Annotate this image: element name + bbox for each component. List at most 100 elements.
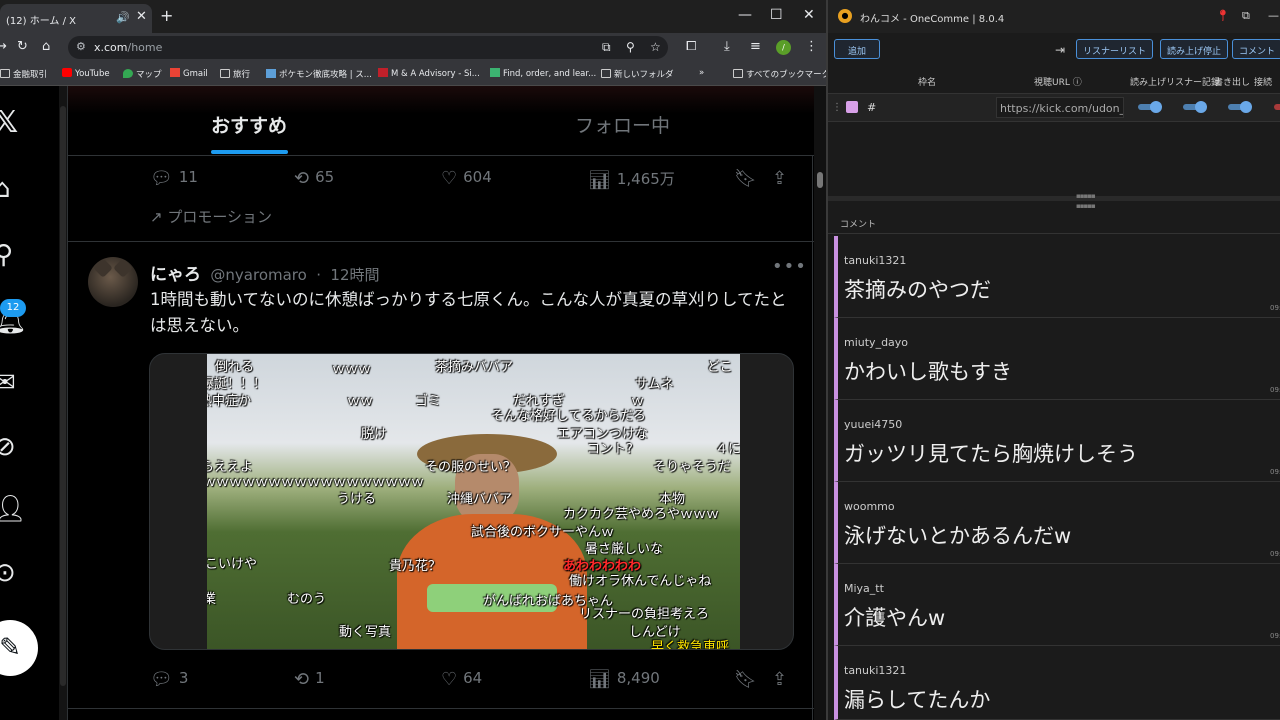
comment-item[interactable]: Miya_tt 介護やんw 09: — [834, 564, 1280, 646]
home-icon[interactable]: ⌂ — [0, 176, 11, 202]
reply-button[interactable]: 💬︎ 3 — [150, 669, 188, 690]
picture-in-picture-icon[interactable]: ⧉ — [1242, 9, 1250, 23]
share-button[interactable]: ⇪ — [772, 168, 793, 189]
extensions-icon[interactable]: ⧠ — [686, 39, 696, 54]
tab-following[interactable]: フォロー中 — [575, 111, 670, 138]
sign-in-icon[interactable]: ⇥ — [1055, 43, 1065, 57]
comment-item[interactable]: tanuki1321 漏らしてたんか — [834, 646, 1280, 720]
comment-user: tanuki1321 — [844, 664, 907, 677]
media-control-icon[interactable]: ≡ — [750, 39, 761, 54]
share-icon: ⇪ — [772, 669, 788, 690]
views-button[interactable]: 📊︎ 8,490 — [588, 669, 660, 690]
minimize-icon[interactable]: — — [738, 7, 752, 23]
splitter-grip-icon[interactable]: ▪▪▪▪▪ — [1076, 202, 1096, 210]
connect-toggle[interactable] — [1274, 104, 1280, 110]
comment-item[interactable]: yuuei4750 ガッツリ見てたら胸焼けしそう 09: — [834, 400, 1280, 482]
avatar[interactable] — [88, 257, 138, 307]
share-button[interactable]: ⇪ — [772, 669, 793, 690]
reply-button[interactable]: 💬︎ 11 — [150, 168, 198, 189]
retweet-icon: ⟲ — [294, 168, 310, 189]
like-button[interactable]: ♡ 604 — [441, 168, 492, 189]
comment-text: 漏らしてたんか — [844, 688, 991, 712]
search-icon[interactable]: ⚲ — [0, 242, 13, 268]
new-tab-icon[interactable]: + — [160, 6, 173, 25]
add-button[interactable]: 追加 — [834, 39, 880, 59]
post-button[interactable]: ✎ — [0, 620, 38, 676]
download-icon[interactable]: ⤓ — [724, 39, 730, 54]
like-button[interactable]: ♡ 64 — [441, 669, 482, 690]
site-info-icon[interactable]: ⚙ — [76, 40, 86, 53]
reading-toggle[interactable] — [1138, 101, 1162, 113]
tweet-divider — [68, 241, 814, 242]
export-toggle[interactable] — [1228, 101, 1252, 113]
address-bar[interactable]: ⚙ x.com/home ⧉ ⚲ ☆ — [68, 36, 668, 59]
column-listener-record: リスナー記録 — [1166, 78, 1221, 88]
zoom-icon[interactable]: ⚲ — [626, 40, 635, 54]
profile-avatar[interactable]: / — [776, 40, 791, 55]
bookmark-item[interactable]: M & A Advisory - Si... — [378, 68, 480, 79]
bookmark-item[interactable]: 旅行 — [220, 68, 250, 80]
view-url-input[interactable]: https://kick.com/udon_is — [996, 97, 1124, 118]
bookmark-item[interactable]: 金融取引 — [0, 68, 47, 80]
bookmark-button[interactable]: 🔖︎ — [734, 168, 763, 189]
author-handle[interactable]: @nyaromaro — [210, 266, 306, 284]
frame-color-checkbox[interactable] — [846, 101, 858, 113]
window-close-icon[interactable]: ✕ — [803, 7, 815, 23]
maximize-icon[interactable]: ☐ — [770, 7, 783, 23]
stop-reading-button[interactable]: 読み上げ停止 — [1160, 39, 1229, 59]
bookmark-item[interactable]: Find, order, and lear... — [490, 68, 596, 79]
bookmark-button[interactable]: 🔖︎ — [734, 669, 763, 690]
retweet-button[interactable]: ⟲ 1 — [294, 669, 325, 690]
menu-icon[interactable]: ⋮ — [805, 39, 818, 54]
speaker-icon[interactable]: 🔊 — [116, 11, 130, 24]
minimize-icon[interactable]: — — [1268, 9, 1279, 22]
close-icon[interactable]: ✕ — [136, 9, 147, 24]
page-scrollbar[interactable] — [814, 86, 826, 720]
forward-icon[interactable]: → — [0, 39, 7, 54]
reload-icon[interactable]: ↻ — [17, 39, 28, 54]
x-logo-icon[interactable]: 𝕏 — [0, 108, 18, 138]
retweet-button[interactable]: ⟲ 65 — [294, 168, 334, 189]
splitter-grip-icon[interactable]: ▪▪▪▪▪ — [1076, 192, 1096, 200]
comment-button[interactable]: コメント — [1232, 39, 1280, 59]
pane-splitter[interactable] — [828, 196, 1280, 201]
tab-recommended[interactable]: おすすめ — [211, 111, 287, 138]
more-options-icon[interactable]: ••• — [772, 256, 807, 277]
bookmark-item[interactable]: Gmail — [170, 68, 208, 79]
bookmarks-overflow[interactable]: » — [699, 68, 704, 78]
column-name: 枠名 — [918, 78, 937, 88]
tweet-time[interactable]: 12時間 — [330, 266, 379, 284]
frame-name[interactable]: # — [867, 101, 876, 114]
messages-icon[interactable]: ✉ — [0, 370, 16, 396]
tweet-media[interactable]: 倒れる ｗｗｗ 茶摘みババア どこ 爆誕！！！ サムネ 熱中症か ｗｗ ゴミ だ… — [149, 353, 794, 650]
danmaku-comment: リスナーの負担考えろ — [579, 607, 710, 622]
bookmark-item[interactable]: YouTube — [62, 68, 110, 79]
bookmark-item[interactable]: ポケモン徹底攻略 | ス... — [266, 68, 372, 80]
danmaku-comment: 沖縄ババア — [447, 492, 513, 507]
more-icon[interactable]: ⊙ — [0, 560, 16, 586]
grok-icon[interactable]: ⊘ — [0, 434, 16, 460]
profile-icon[interactable]: 👤︎ — [0, 496, 27, 522]
listener-list-button[interactable]: リスナーリスト — [1076, 39, 1154, 59]
comment-item[interactable]: woommo 泳げないとかあるんだw 09: — [834, 482, 1280, 564]
bookmark-item[interactable]: 新しいフォルダ — [601, 68, 674, 80]
danmaku-comment: ｗｗｗｗｗｗｗｗｗｗｗｗｗｗｗｗｗ — [207, 475, 425, 490]
comment-item[interactable]: tanuki1321 茶摘みのやつだ 09: — [834, 236, 1280, 318]
listener-record-toggle[interactable] — [1183, 101, 1207, 113]
home-icon[interactable]: ⌂ — [42, 39, 50, 54]
promo-tweet-actions: 💬︎ 11 ⟲ 65 ♡ 604 📊︎ 1,465万 🔖︎ ⇪ — [68, 168, 814, 192]
danmaku-comment: カクカク芸やめろやｗｗｗ — [563, 507, 720, 522]
bookmark-item[interactable]: すべてのブックマーク — [733, 68, 826, 80]
comment-item[interactable]: miuty_dayo かわいし歌もすき 09: — [834, 318, 1280, 400]
danmaku-comment: 熱中症か — [207, 394, 252, 409]
bookmark-star-icon[interactable]: ☆ — [650, 40, 661, 54]
browser-tab[interactable]: (12) ホーム / X 🔊 ✕ — [0, 4, 152, 33]
install-app-icon[interactable]: ⧉ — [602, 40, 611, 55]
author-name[interactable]: にゃろ — [150, 265, 201, 285]
views-button[interactable]: 📊︎ 1,465万 — [588, 168, 675, 191]
sidebar-scrollbar[interactable] — [59, 86, 67, 720]
comment-panel-header: コメント — [828, 212, 1280, 234]
pin-icon[interactable]: 📍︎ — [1216, 9, 1230, 22]
video-frame[interactable]: 倒れる ｗｗｗ 茶摘みババア どこ 爆誕！！！ サムネ 熱中症か ｗｗ ゴミ だ… — [207, 354, 740, 649]
bookmark-item[interactable]: マップ — [123, 68, 162, 80]
